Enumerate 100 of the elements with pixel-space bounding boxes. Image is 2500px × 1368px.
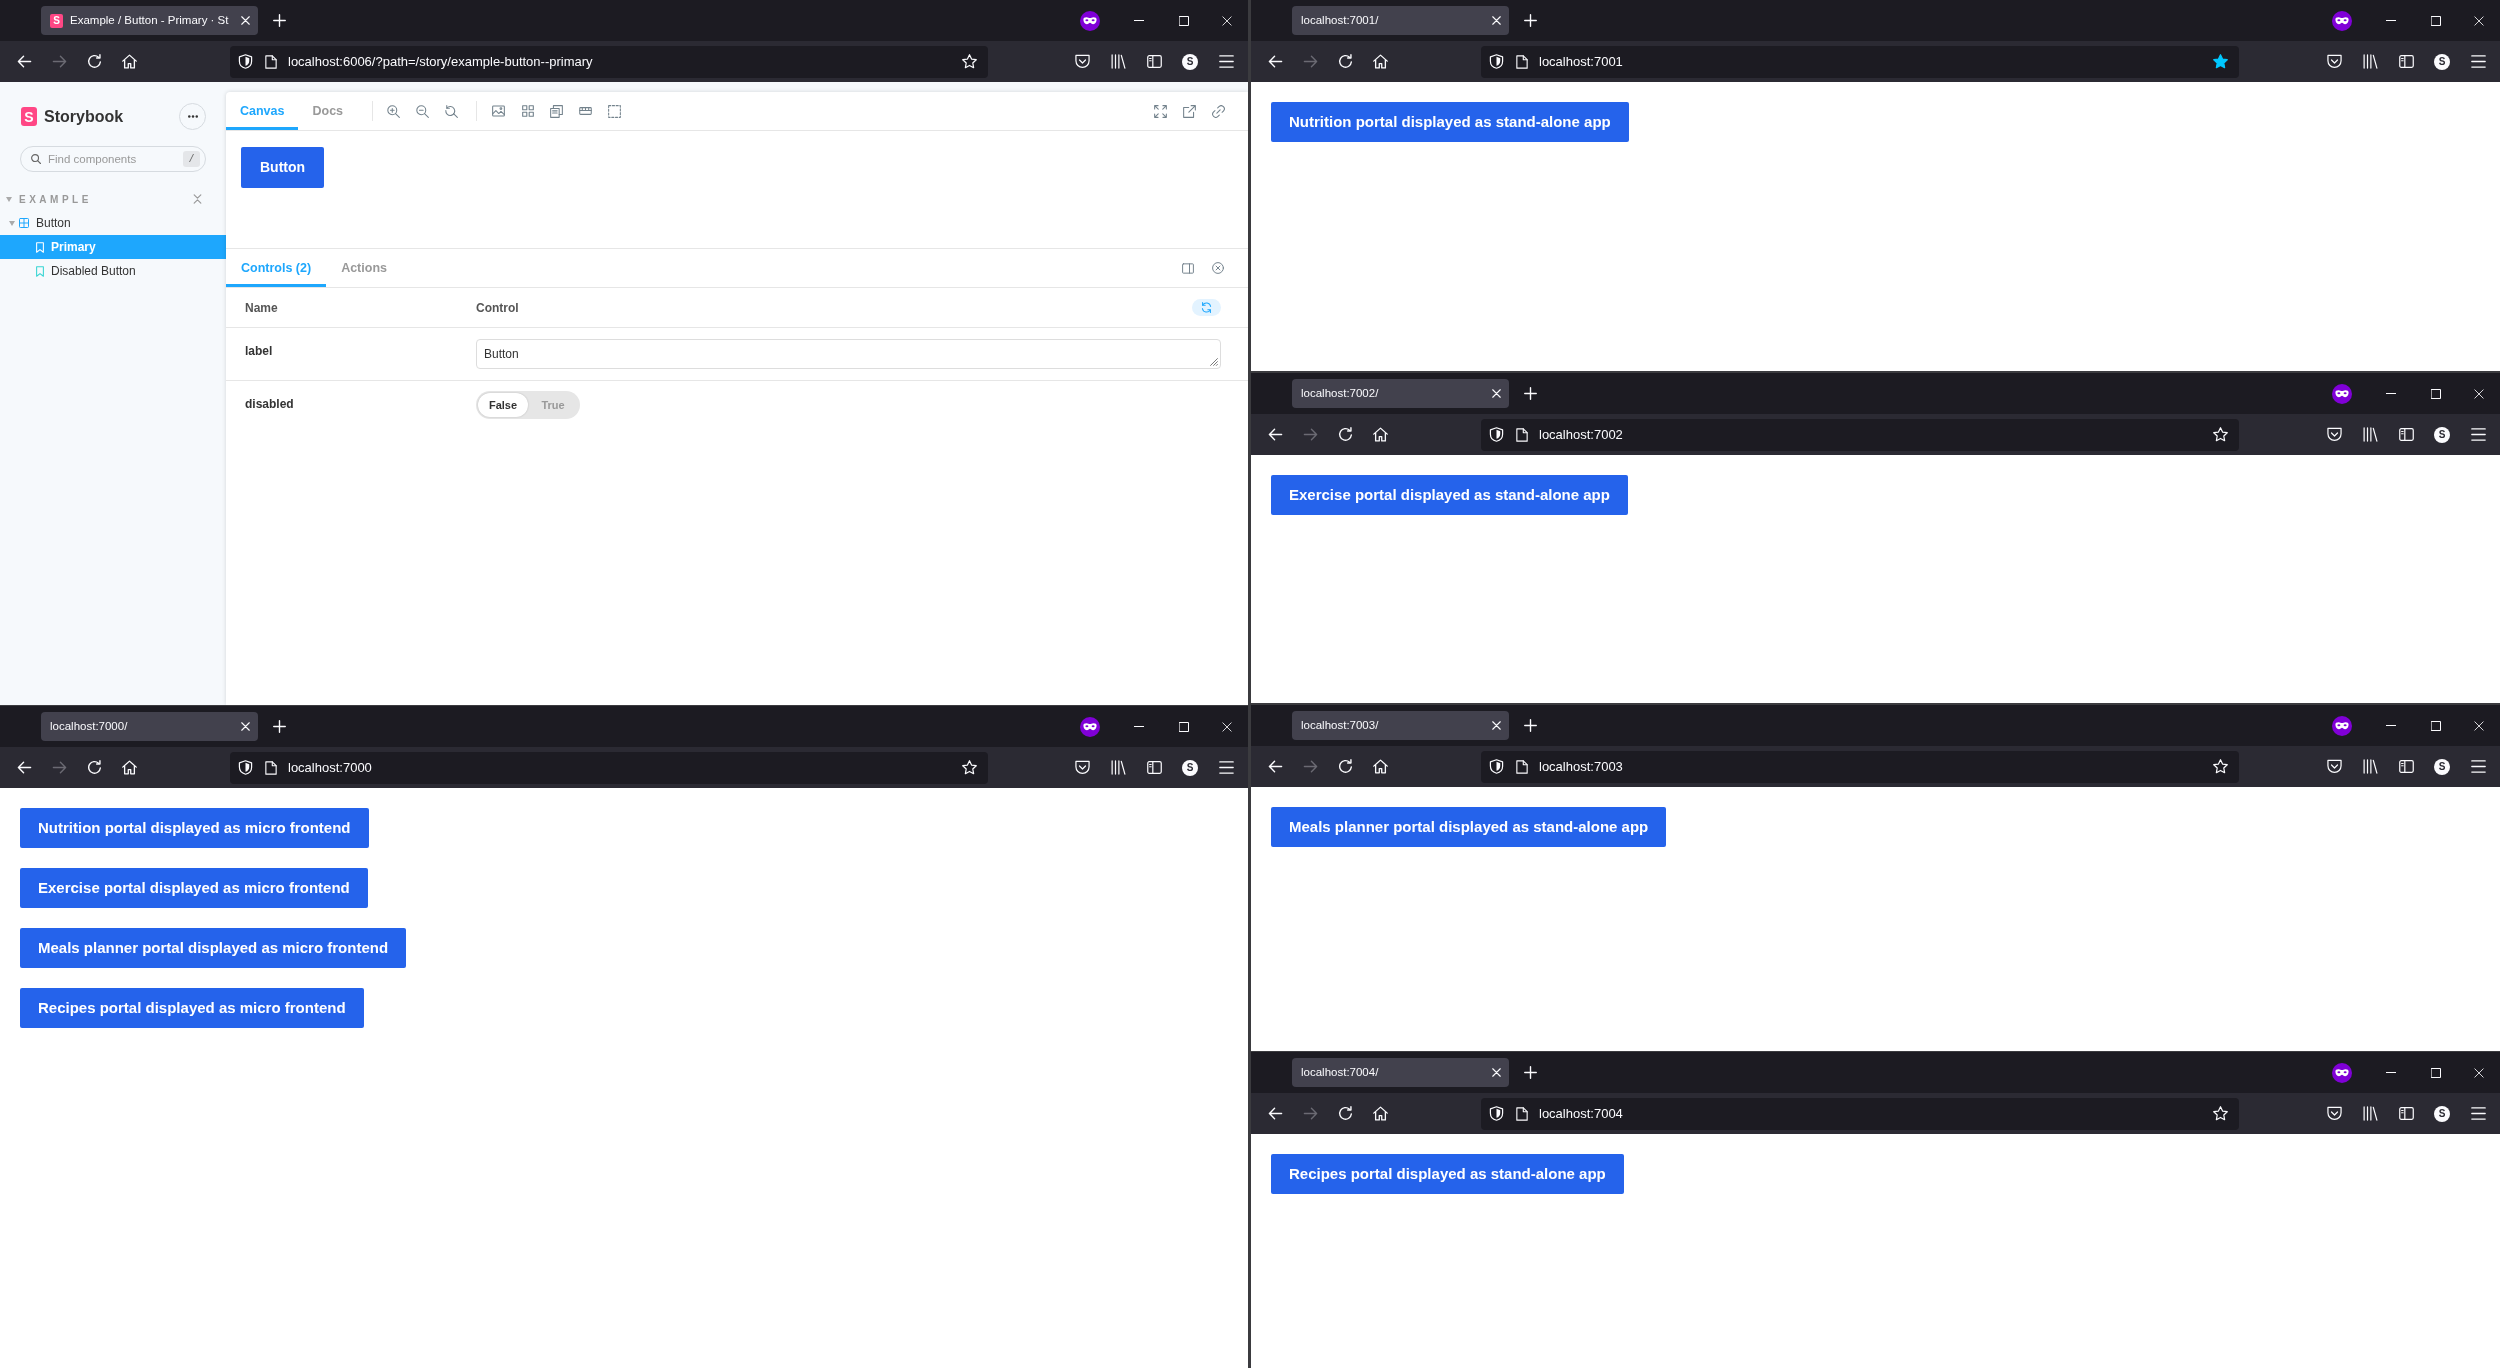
menu-icon[interactable] xyxy=(2470,428,2486,441)
zoom-out-icon[interactable] xyxy=(416,104,430,118)
minimize-icon[interactable] xyxy=(2385,393,2396,394)
browser-tab[interactable]: localhost:7003/ xyxy=(1292,711,1509,740)
maximize-icon[interactable] xyxy=(2430,1067,2441,1078)
address-bar[interactable]: localhost:7004 xyxy=(1481,1097,2239,1130)
forward-icon[interactable] xyxy=(51,760,67,775)
account-avatar[interactable]: S xyxy=(2434,53,2450,70)
menu-icon[interactable] xyxy=(2470,1107,2486,1120)
new-tab-icon[interactable] xyxy=(273,720,286,733)
reload-icon[interactable] xyxy=(86,760,102,775)
text-input[interactable]: Button xyxy=(476,339,1221,369)
link-icon[interactable] xyxy=(1212,104,1225,118)
back-icon[interactable] xyxy=(1267,1106,1283,1121)
library-icon[interactable] xyxy=(1110,760,1126,775)
address-bar[interactable]: localhost:7003 xyxy=(1481,750,2239,783)
shield-icon[interactable] xyxy=(238,54,253,69)
maximize-icon[interactable] xyxy=(2430,720,2441,731)
address-bar[interactable]: localhost:7000 xyxy=(230,751,988,784)
library-icon[interactable] xyxy=(2362,427,2378,442)
boolean-toggle[interactable]: False True xyxy=(476,391,580,419)
stacked-frames-icon[interactable] xyxy=(550,104,564,118)
menu-icon[interactable] xyxy=(2470,55,2486,68)
forward-icon[interactable] xyxy=(1302,427,1318,442)
minimize-icon[interactable] xyxy=(1133,20,1144,21)
zoom-reset-icon[interactable] xyxy=(445,104,459,118)
reload-icon[interactable] xyxy=(1337,1106,1353,1121)
sidebar-icon[interactable] xyxy=(2398,759,2414,774)
new-tab-icon[interactable] xyxy=(1524,387,1537,400)
forward-icon[interactable] xyxy=(1302,1106,1318,1121)
reload-icon[interactable] xyxy=(1337,759,1353,774)
sidebar-icon[interactable] xyxy=(2398,1106,2414,1121)
portal-button[interactable]: Meals planner portal displayed as stand-alone app xyxy=(1271,807,1667,847)
sidebar-icon[interactable] xyxy=(2398,427,2414,442)
browser-tab[interactable]: localhost:7002/ xyxy=(1292,379,1509,408)
library-icon[interactable] xyxy=(1110,54,1126,69)
forward-icon[interactable] xyxy=(1302,759,1318,774)
account-avatar[interactable]: S xyxy=(1182,759,1198,776)
address-bar[interactable]: localhost:6006/?path=/story/example-button--primary xyxy=(230,45,988,78)
browser-tab[interactable]: localhost:7000/ xyxy=(41,712,258,741)
browser-tab[interactable]: S Example / Button - Primary · St xyxy=(41,6,258,35)
portal-button[interactable]: Recipes portal displayed as micro frontend xyxy=(20,988,364,1028)
page-icon[interactable] xyxy=(1516,427,1528,442)
maximize-icon[interactable] xyxy=(1178,721,1189,732)
resize-handle-icon[interactable] xyxy=(1210,358,1218,366)
library-icon[interactable] xyxy=(2362,54,2378,69)
open-in-new-icon[interactable] xyxy=(1183,104,1196,118)
back-icon[interactable] xyxy=(16,760,32,775)
star-icon[interactable] xyxy=(2213,54,2228,69)
grid-icon[interactable] xyxy=(521,105,534,117)
menu-icon[interactable] xyxy=(1218,55,1234,68)
account-avatar[interactable]: S xyxy=(1182,53,1198,70)
page-icon[interactable] xyxy=(1516,759,1528,774)
home-icon[interactable] xyxy=(121,54,137,69)
account-avatar[interactable]: S xyxy=(2434,426,2450,443)
menu-icon[interactable] xyxy=(1218,761,1234,774)
page-icon[interactable] xyxy=(1516,1106,1528,1121)
page-icon[interactable] xyxy=(265,54,277,69)
toggle-option[interactable]: False xyxy=(478,393,528,417)
home-icon[interactable] xyxy=(121,760,137,775)
fullscreen-icon[interactable] xyxy=(1154,104,1167,118)
new-tab-icon[interactable] xyxy=(1524,719,1537,732)
tree-item[interactable]: Button xyxy=(0,211,226,235)
browser-tab[interactable]: localhost:7004/ xyxy=(1292,1058,1509,1087)
zoom-in-icon[interactable] xyxy=(387,104,401,118)
back-icon[interactable] xyxy=(1267,759,1283,774)
preview-button[interactable]: Button xyxy=(241,147,325,188)
portal-button[interactable]: Exercise portal displayed as micro frontend xyxy=(20,868,368,908)
sidebar-icon[interactable] xyxy=(2398,54,2414,69)
reload-icon[interactable] xyxy=(1337,54,1353,69)
back-icon[interactable] xyxy=(1267,427,1283,442)
shield-icon[interactable] xyxy=(1489,1106,1504,1121)
home-icon[interactable] xyxy=(1372,1106,1388,1121)
pocket-icon[interactable] xyxy=(2326,1106,2342,1121)
pocket-icon[interactable] xyxy=(2326,759,2342,774)
shield-icon[interactable] xyxy=(238,760,253,775)
portal-button[interactable]: Recipes portal displayed as stand-alone app xyxy=(1271,1154,1624,1194)
sidebar-icon[interactable] xyxy=(1146,54,1162,69)
pocket-icon[interactable] xyxy=(2326,54,2342,69)
reload-icon[interactable] xyxy=(86,54,102,69)
portal-button[interactable]: Exercise portal displayed as stand-alone app xyxy=(1271,475,1628,515)
back-icon[interactable] xyxy=(16,54,32,69)
panel-layout-icon[interactable] xyxy=(1182,262,1194,274)
portal-button[interactable]: Meals planner portal displayed as micro frontend xyxy=(20,928,407,968)
browser-tab[interactable]: localhost:7001/ xyxy=(1292,6,1509,35)
image-icon[interactable] xyxy=(492,105,506,117)
shield-icon[interactable] xyxy=(1489,54,1504,69)
account-avatar[interactable]: S xyxy=(2434,758,2450,775)
new-tab-icon[interactable] xyxy=(273,14,286,27)
maximize-icon[interactable] xyxy=(1178,15,1189,26)
portal-button[interactable]: Nutrition portal displayed as stand-alone app xyxy=(1271,102,1629,142)
shield-icon[interactable] xyxy=(1489,427,1504,442)
pocket-icon[interactable] xyxy=(2326,427,2342,442)
forward-icon[interactable] xyxy=(1302,54,1318,69)
address-bar[interactable]: localhost:7002 xyxy=(1481,418,2239,451)
minimize-icon[interactable] xyxy=(2385,20,2396,21)
new-tab-icon[interactable] xyxy=(1524,14,1537,27)
maximize-icon[interactable] xyxy=(2430,15,2441,26)
address-bar[interactable]: localhost:7001 xyxy=(1481,45,2239,78)
library-icon[interactable] xyxy=(2362,759,2378,774)
